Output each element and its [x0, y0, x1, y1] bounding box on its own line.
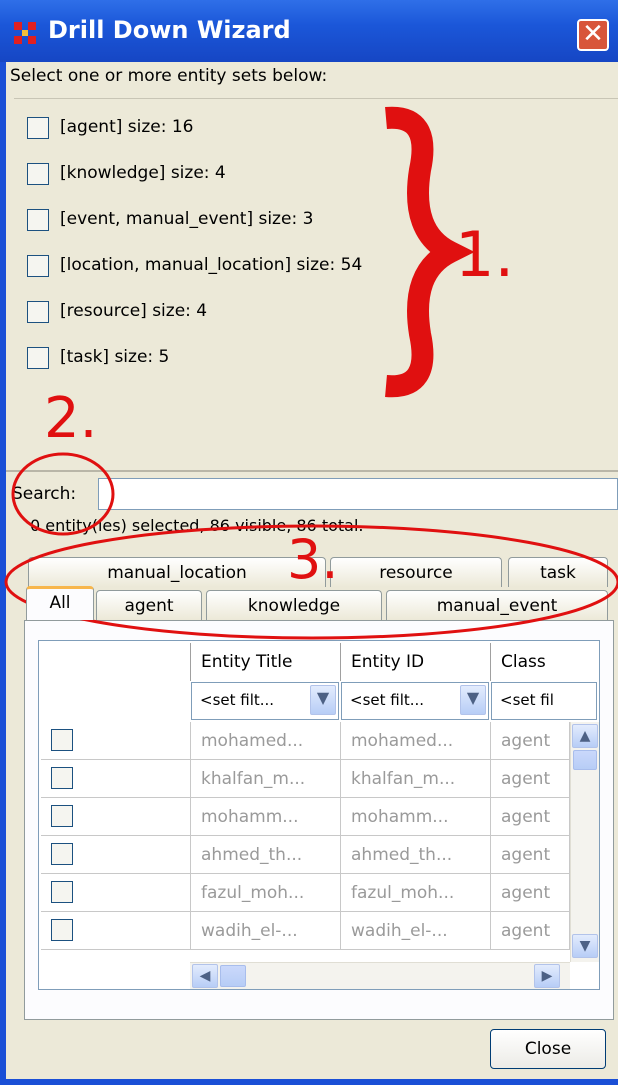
cell-entity-id: khalfan_m... — [341, 760, 491, 798]
scroll-down-button[interactable]: ▼ — [572, 934, 598, 958]
entity-set-checkbox-location[interactable] — [27, 255, 49, 277]
app-grid-icon — [14, 22, 36, 44]
entity-set-label: [resource] size: 4 — [60, 301, 208, 321]
cell-entity-title: mohamed... — [191, 722, 341, 760]
row-select-cell[interactable] — [41, 722, 191, 760]
annotation-label-1: 1. — [455, 218, 515, 291]
triangle-down-icon: ▼ — [579, 938, 591, 954]
row-select-cell[interactable] — [41, 760, 191, 798]
scroll-right-button[interactable]: ▶ — [534, 964, 560, 988]
row-checkbox[interactable] — [51, 805, 73, 827]
window-close-button[interactable]: ✕ — [577, 19, 609, 51]
entity-set-label: [knowledge] size: 4 — [60, 163, 226, 183]
close-button[interactable]: Close — [490, 1029, 606, 1069]
annotation-label-3: 3. — [287, 528, 339, 591]
column-header-entity-id[interactable]: Entity ID — [341, 643, 491, 681]
table-row[interactable]: khalfan_m... khalfan_m... agent — [41, 760, 570, 798]
entity-set-panel — [14, 98, 618, 473]
cell-class: agent — [491, 874, 570, 912]
row-checkbox[interactable] — [51, 843, 73, 865]
search-input[interactable] — [98, 478, 618, 510]
table-row[interactable]: wadih_el-... wadih_el-... agent — [41, 912, 570, 950]
drill-down-wizard-window: Drill Down Wizard ✕ Select one or more e… — [0, 0, 618, 1085]
row-checkbox[interactable] — [51, 729, 73, 751]
cell-entity-id: wadih_el-... — [341, 912, 491, 950]
cell-entity-title: khalfan_m... — [191, 760, 341, 798]
filter-dropdown-class[interactable]: <set fil — [491, 682, 597, 720]
entity-set-checkbox-knowledge[interactable] — [27, 163, 49, 185]
close-icon: ✕ — [582, 19, 604, 49]
panel-divider[interactable] — [6, 470, 618, 472]
tab-knowledge[interactable]: knowledge — [206, 590, 382, 620]
annotation-label-2: 2. — [44, 386, 98, 451]
column-header-class[interactable]: Class — [491, 643, 597, 681]
filter-dropdown-button[interactable]: ▼ — [310, 685, 336, 715]
triangle-left-icon: ◀ — [199, 968, 211, 984]
tab-label: knowledge — [247, 596, 341, 616]
tab-resource[interactable]: resource — [330, 557, 502, 587]
row-checkbox[interactable] — [51, 881, 73, 903]
cell-class: agent — [491, 912, 570, 950]
chevron-down-icon: ▼ — [466, 688, 480, 707]
vertical-scroll-thumb[interactable] — [573, 750, 597, 770]
row-select-cell[interactable] — [41, 798, 191, 836]
tab-label: agent — [124, 596, 174, 616]
tab-label: task — [540, 563, 576, 583]
entity-set-checkbox-task[interactable] — [27, 347, 49, 369]
search-label: Search: — [12, 484, 77, 504]
table-row[interactable]: mohamed... mohamed... agent — [41, 722, 570, 760]
scroll-up-button[interactable]: ▲ — [572, 724, 598, 748]
cell-entity-id: ahmed_th... — [341, 836, 491, 874]
cell-entity-title: ahmed_th... — [191, 836, 341, 874]
entity-set-label: [agent] size: 16 — [60, 117, 194, 137]
cell-entity-title: wadih_el-... — [191, 912, 341, 950]
cell-entity-id: mohamm... — [341, 798, 491, 836]
tab-manual-location[interactable]: manual_location — [28, 557, 326, 587]
cell-class: agent — [491, 722, 570, 760]
table-row[interactable]: fazul_moh... fazul_moh... agent — [41, 874, 570, 912]
cell-entity-title: fazul_moh... — [191, 874, 341, 912]
cell-class: agent — [491, 836, 570, 874]
entity-set-checkbox-agent[interactable] — [27, 117, 49, 139]
tab-all[interactable]: All — [26, 586, 94, 620]
horizontal-scrollbar[interactable]: ◀ ▶ — [190, 962, 570, 989]
row-checkbox[interactable] — [51, 919, 73, 941]
entity-set-label: [task] size: 5 — [60, 347, 170, 367]
cell-entity-id: fazul_moh... — [341, 874, 491, 912]
entity-set-label: [location, manual_location] size: 54 — [60, 255, 363, 275]
triangle-up-icon: ▲ — [579, 728, 591, 744]
horizontal-scroll-thumb[interactable] — [220, 965, 246, 987]
tab-label: All — [49, 593, 71, 613]
tab-label: manual_event — [436, 596, 558, 616]
triangle-right-icon: ▶ — [541, 968, 553, 984]
window-title: Drill Down Wizard — [48, 16, 291, 44]
entity-set-label: [event, manual_event] size: 3 — [60, 209, 314, 229]
row-checkbox[interactable] — [51, 767, 73, 789]
row-select-cell[interactable] — [41, 912, 191, 950]
row-select-cell[interactable] — [41, 836, 191, 874]
chevron-down-icon: ▼ — [316, 688, 330, 707]
vertical-scrollbar[interactable]: ▲ ▼ — [570, 722, 599, 962]
entity-set-checkbox-event[interactable] — [27, 209, 49, 231]
tab-task[interactable]: task — [508, 557, 608, 587]
scroll-left-button[interactable]: ◀ — [192, 964, 218, 988]
cell-class: agent — [491, 798, 570, 836]
filter-dropdown-button[interactable]: ▼ — [460, 685, 486, 715]
tab-manual-event[interactable]: manual_event — [386, 590, 608, 620]
table-row[interactable]: mohamm... mohamm... agent — [41, 798, 570, 836]
table-header-select — [41, 643, 191, 681]
column-header-entity-title[interactable]: Entity Title — [191, 643, 341, 681]
cell-class: agent — [491, 760, 570, 798]
tab-label: manual_location — [107, 563, 247, 583]
cell-entity-title: mohamm... — [191, 798, 341, 836]
table-row[interactable]: ahmed_th... ahmed_th... agent — [41, 836, 570, 874]
instruction-text: Select one or more entity sets below: — [10, 66, 328, 86]
entity-set-checkbox-resource[interactable] — [27, 301, 49, 323]
tab-agent[interactable]: agent — [96, 590, 202, 620]
cell-entity-id: mohamed... — [341, 722, 491, 760]
row-select-cell[interactable] — [41, 874, 191, 912]
title-bar[interactable]: Drill Down Wizard ✕ — [0, 0, 618, 62]
tab-label: resource — [379, 563, 453, 583]
